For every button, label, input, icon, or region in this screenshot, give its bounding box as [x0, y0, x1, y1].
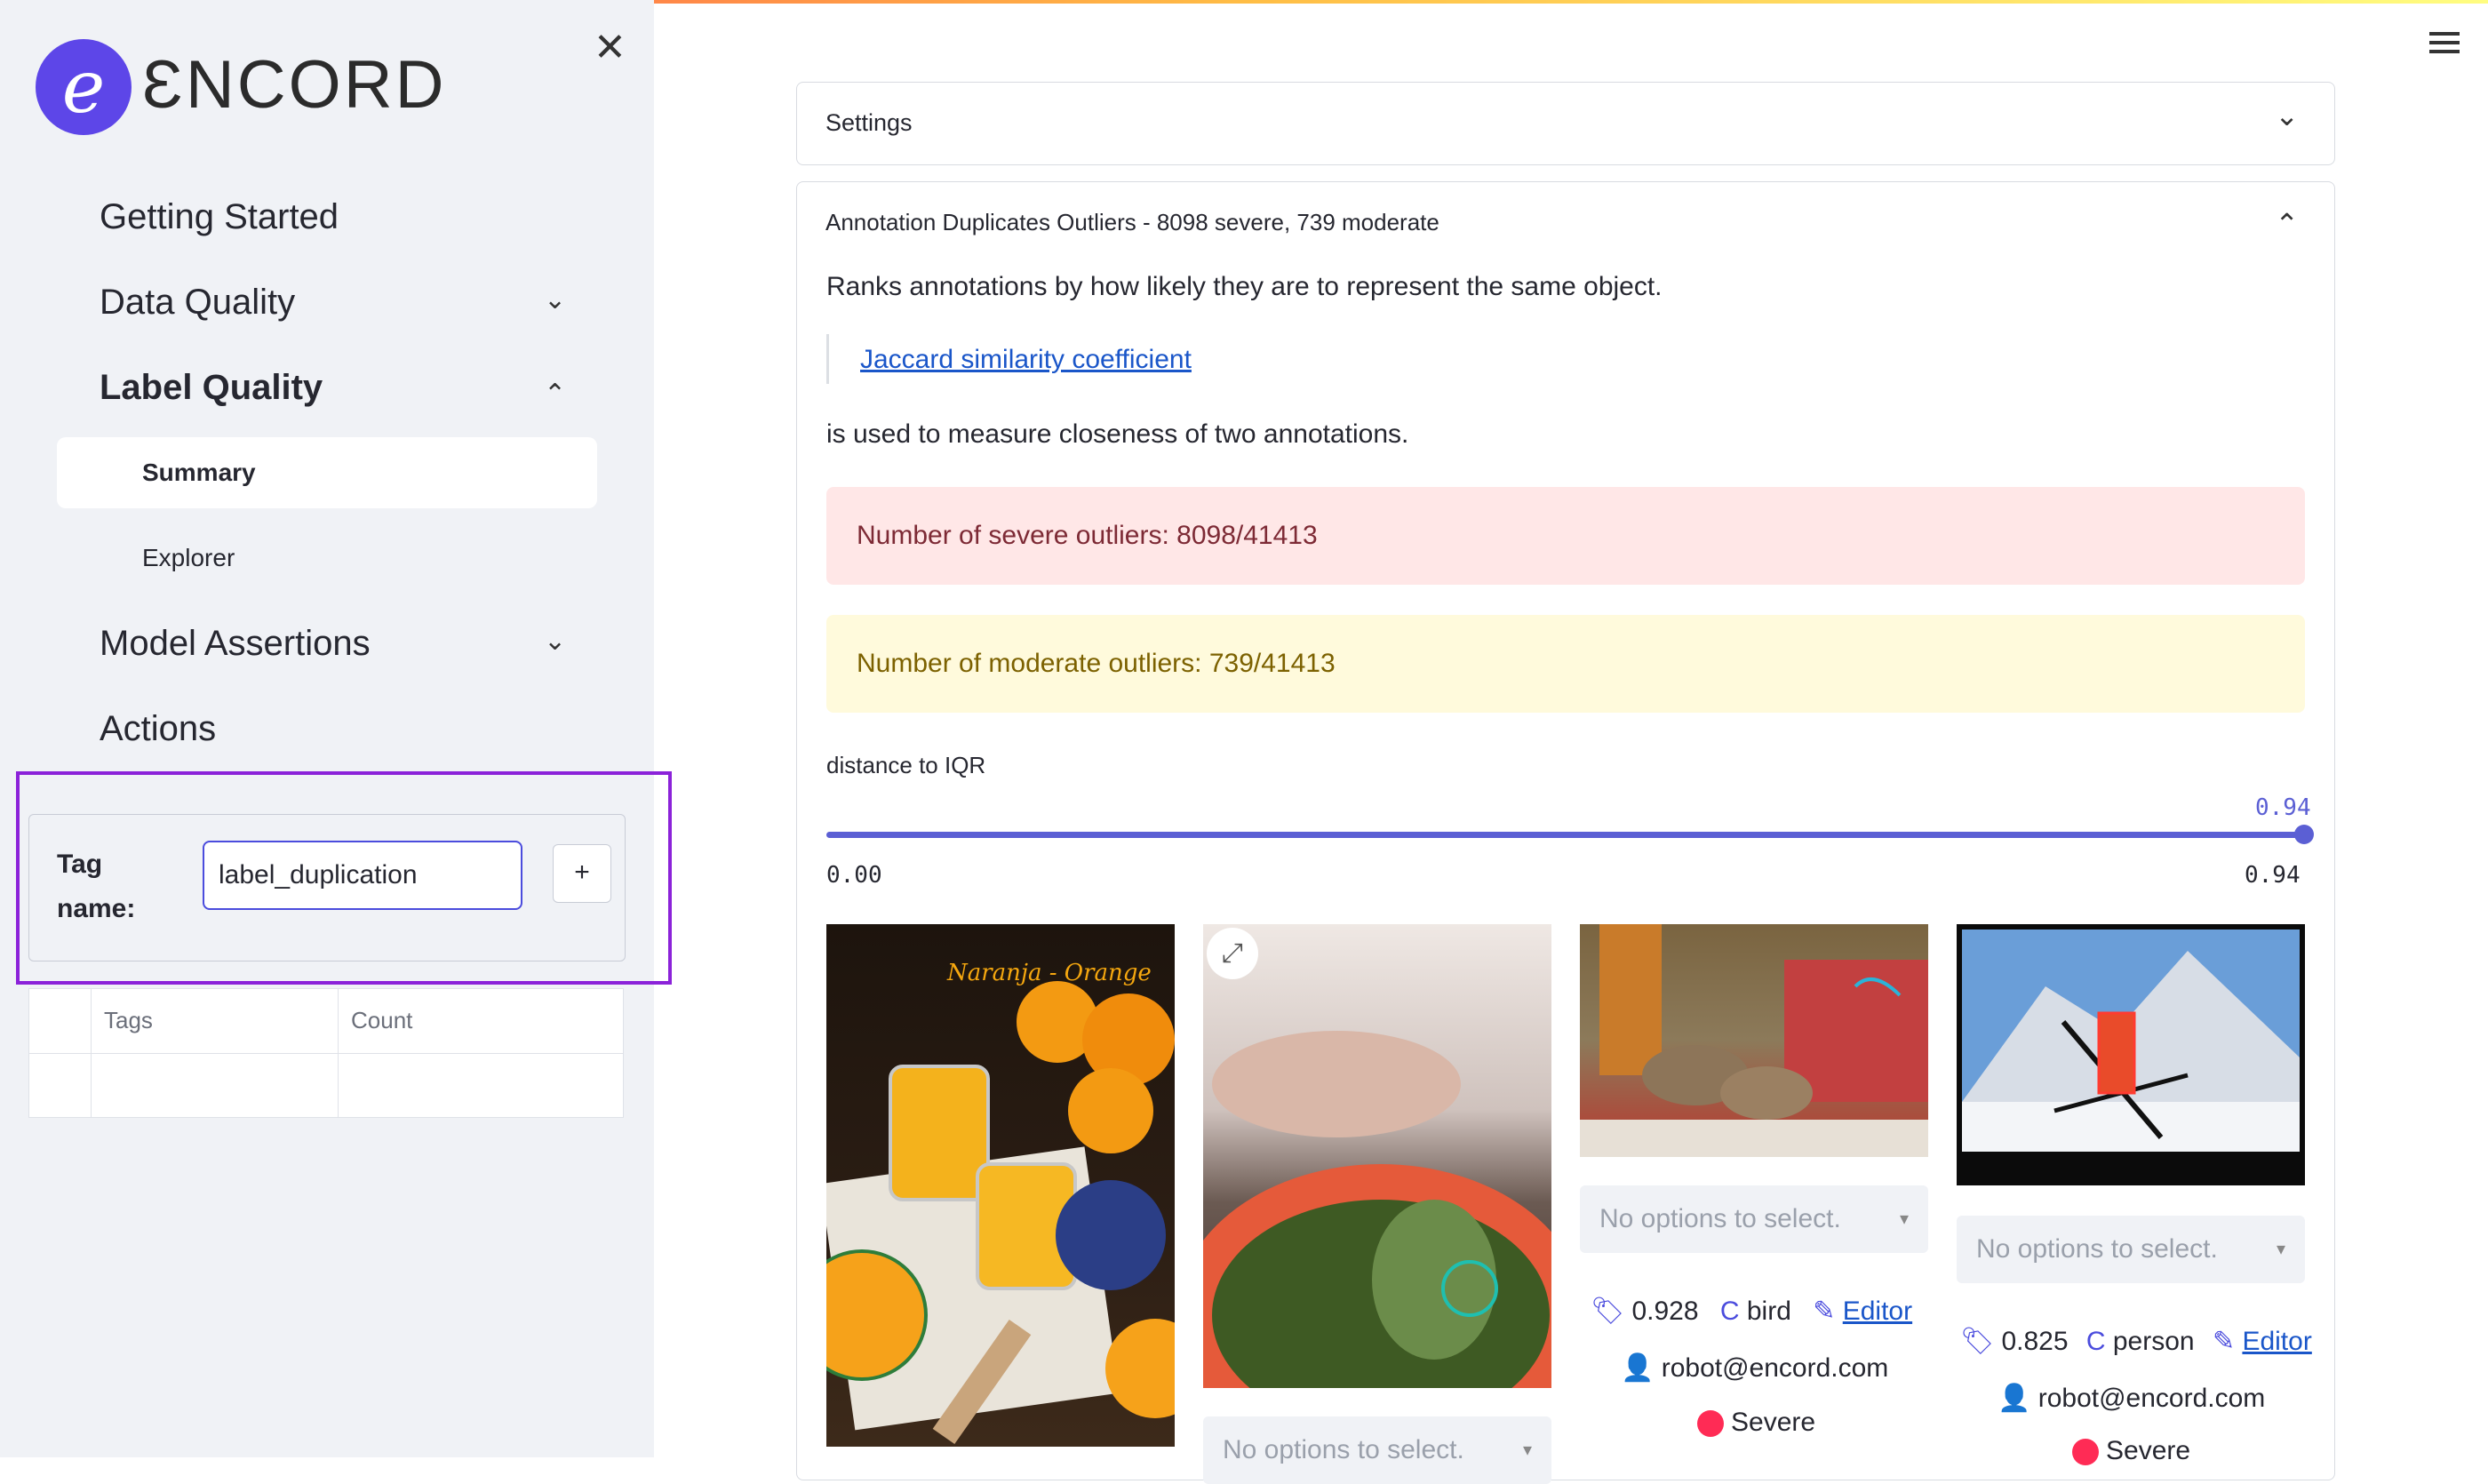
tag-name-label: Tag name: [57, 850, 136, 923]
class-icon: C [2085, 1327, 2106, 1356]
thumbnail-oranges[interactable]: Naranja - Orange [826, 924, 1175, 1447]
item-3-severity: Severe [1697, 1408, 1815, 1438]
chevron-up-icon[interactable]: ⌃ [2275, 207, 2299, 241]
item-3-user-row: 👤 robot@encord.com [1621, 1352, 1888, 1384]
pencil-icon: ✎ [1813, 1297, 1836, 1326]
chevron-down-icon[interactable]: ⌄ [544, 284, 566, 315]
nav-data-quality[interactable]: Data Quality [100, 283, 295, 323]
severe-outliers-alert: Number of severe outliers: 8098/41413 [826, 487, 2305, 585]
blockquote-bar [826, 334, 829, 384]
outliers-description: Ranks annotations by how likely they are… [826, 272, 1663, 301]
nav-label-quality[interactable]: Label Quality [100, 368, 323, 408]
oranges-illustration [826, 981, 1175, 1445]
sub-nav-explorer[interactable]: Explorer [142, 544, 235, 572]
image-4-tags-select[interactable]: No options to select. ▾ [1957, 1216, 2305, 1283]
add-tag-button[interactable]: + [553, 844, 611, 903]
birds-illustration [1580, 924, 1928, 1157]
distance-slider-track[interactable] [826, 832, 2305, 838]
chevron-down-icon[interactable]: ⌄ [544, 626, 566, 657]
item-4-editor-link[interactable]: Editor [2242, 1327, 2311, 1356]
pencil-icon: ✎ [2212, 1327, 2236, 1356]
nav-actions[interactable]: Actions [100, 709, 216, 749]
settings-expander[interactable]: Settings ⌄ [796, 82, 2335, 165]
thumbnail-birds[interactable] [1580, 924, 1928, 1157]
expand-icon[interactable]: ⤢ [1207, 928, 1258, 979]
tag-icon: 🏷 [1960, 1327, 1995, 1356]
nav-getting-started[interactable]: Getting Started [100, 197, 339, 237]
closeness-text: is used to measure closeness of two anno… [826, 419, 1409, 449]
item-4-score: 0.825 [2001, 1327, 2069, 1356]
sub-nav-summary[interactable]: Summary [142, 459, 256, 487]
image-caption: Naranja - Orange [947, 960, 1152, 986]
skier-illustration [1962, 929, 2300, 1152]
image-2-tags-select[interactable]: No options to select. ▾ [1203, 1416, 1551, 1484]
greens-illustration [1203, 1031, 1551, 1388]
user-icon: 👤 [1621, 1353, 1655, 1383]
item-3-user: robot@encord.com [1661, 1353, 1889, 1383]
tag-icon: 🏷 [1591, 1297, 1625, 1326]
settings-title: Settings [825, 109, 913, 136]
slider-value: 0.94 [2255, 794, 2311, 821]
sidebar: e ƐNCORD ✕ Getting Started Data Quality … [0, 0, 672, 1457]
tag-name-input[interactable]: label_duplication [203, 841, 522, 910]
jaccard-link[interactable]: Jaccard similarity coefficient [860, 345, 1192, 375]
slider-label: distance to IQR [826, 752, 986, 778]
class-icon: C [1719, 1297, 1740, 1326]
table-index-header [28, 988, 92, 1054]
item-3-class: bird [1746, 1297, 1791, 1326]
table-row [28, 1052, 624, 1118]
chevron-down-icon[interactable]: ⌄ [2275, 99, 2299, 132]
item-3-editor-link[interactable]: Editor [1843, 1297, 1912, 1326]
sub-nav-active-bg [57, 437, 597, 508]
severity-dot-icon [2072, 1439, 2099, 1466]
item-4-class: person [2112, 1327, 2195, 1356]
item-3-score: 0.928 [1631, 1297, 1699, 1326]
tags-column-header: Tags [91, 988, 339, 1054]
severity-dot-icon [1697, 1410, 1724, 1438]
item-4-severity: Severe [2072, 1436, 2190, 1466]
item-4-meta-row: 🏷 0.825 C person ✎ Editor [1960, 1326, 2312, 1357]
image-3-tags-select[interactable]: No options to select. ▾ [1580, 1185, 1928, 1253]
slider-min: 0.00 [826, 862, 882, 889]
tags-table: Tags Count [28, 988, 624, 1118]
main-menu-icon[interactable] [2429, 32, 2460, 59]
brand-name: ƐNCORD [142, 47, 447, 123]
user-icon: 👤 [1998, 1384, 2031, 1413]
close-sidebar-icon[interactable]: ✕ [594, 25, 626, 70]
encord-logo-icon: e [36, 39, 132, 135]
thumbnail-skier[interactable] [1957, 924, 2305, 1185]
chevron-up-icon[interactable]: ⌃ [544, 379, 566, 410]
item-4-user: robot@encord.com [2037, 1384, 2266, 1413]
count-column-header: Count [338, 988, 624, 1054]
item-4-user-row: 👤 robot@encord.com [1998, 1383, 2265, 1414]
nav-model-assertions[interactable]: Model Assertions [100, 624, 371, 664]
item-3-meta-row: 🏷 0.928 C bird ✎ Editor [1591, 1296, 1912, 1327]
slider-max: 0.94 [2245, 862, 2301, 889]
thumbnail-greens[interactable]: ⤢ [1203, 924, 1551, 1388]
moderate-outliers-alert: Number of moderate outliers: 739/41413 [826, 615, 2305, 713]
outliers-title[interactable]: Annotation Duplicates Outliers - 8098 se… [825, 209, 1439, 236]
distance-slider-thumb[interactable] [2294, 825, 2314, 844]
